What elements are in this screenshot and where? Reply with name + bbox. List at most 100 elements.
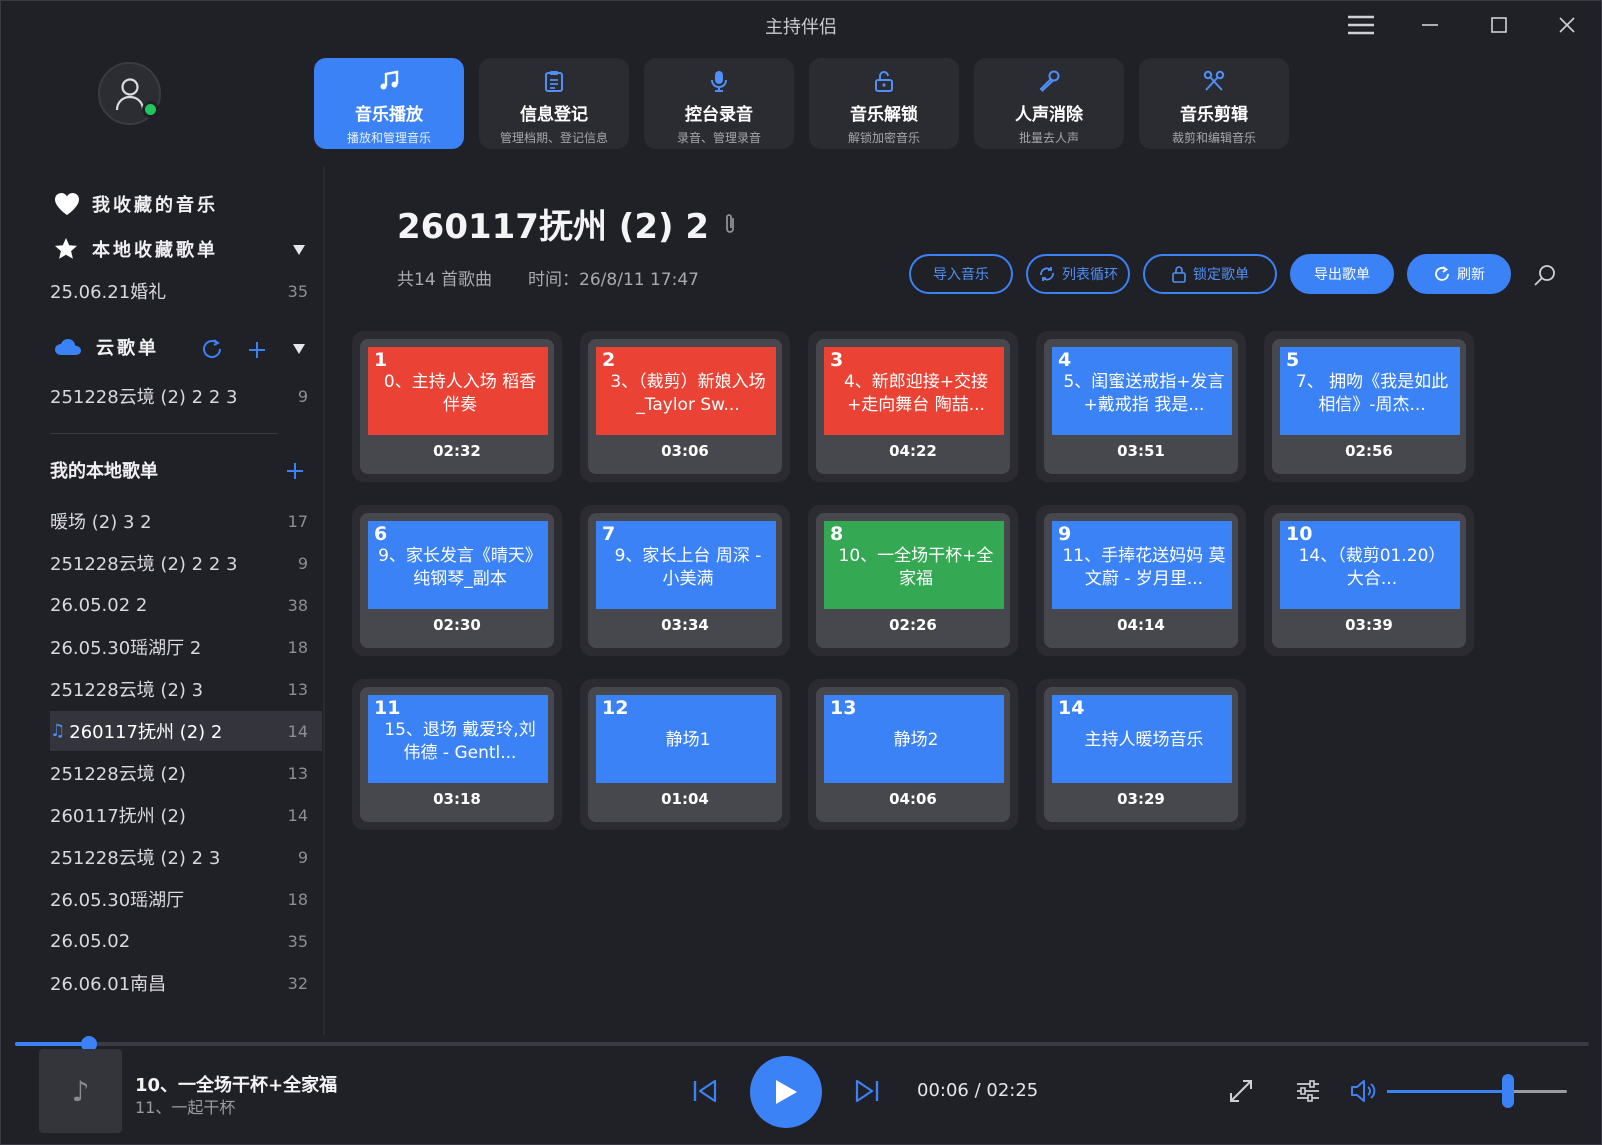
song-card[interactable]: 11 15、退场 戴爱玲,刘伟德 - Gentl... 03:18 bbox=[352, 679, 562, 830]
list-loop-button[interactable]: 列表循环 bbox=[1026, 254, 1130, 294]
expand-icon[interactable] bbox=[1226, 1076, 1256, 1106]
page-title: 260117抚州 (2) 2 bbox=[397, 199, 737, 248]
song-name: 3、（裁剪）新娘入场_Taylor Sw... bbox=[610, 372, 766, 415]
next-track-icon[interactable] bbox=[851, 1075, 883, 1107]
cloud-header[interactable]: 云歌单 bbox=[54, 334, 159, 360]
import-music-button[interactable]: 导入音乐 bbox=[909, 254, 1013, 294]
song-name: 11、手捧花送妈妈 莫文蔚 - 岁月里... bbox=[1062, 546, 1226, 589]
song-card[interactable]: 3 4、新郎迎接+交接+走向舞台 陶喆... 04:22 bbox=[808, 331, 1018, 482]
tab-subtitle: 管理档期、登记信息 bbox=[499, 131, 608, 145]
cloud-sync-icon[interactable] bbox=[201, 338, 223, 360]
song-card[interactable]: 4 5、闺蜜送戒指+发言+戴戒指 我是... 03:51 bbox=[1036, 331, 1246, 482]
refresh-button[interactable]: 刷新 bbox=[1407, 254, 1511, 294]
tab-subtitle: 批量去人声 bbox=[1018, 131, 1079, 145]
minimize-icon[interactable] bbox=[1412, 11, 1448, 39]
maximize-icon[interactable] bbox=[1481, 11, 1517, 39]
song-duration: 04:22 bbox=[889, 441, 937, 460]
song-card-header: 10 14、（裁剪01.20） 大合... bbox=[1280, 521, 1460, 609]
sidebar-playlist-item[interactable]: 26.05.30瑶湖厅 2 18 bbox=[50, 627, 322, 667]
avatar[interactable] bbox=[98, 62, 161, 125]
tab-music-unlock[interactable]: 音乐解锁 解锁加密音乐 bbox=[809, 58, 959, 149]
previous-track-icon[interactable] bbox=[689, 1075, 721, 1107]
song-card-body: 8 10、一全场干杯+全家福 02:26 bbox=[816, 513, 1010, 648]
song-number: 6 bbox=[374, 523, 388, 545]
sidebar-playlist-item-active[interactable]: ♫ 260117抚州 (2) 2 14 bbox=[50, 711, 322, 751]
song-number: 4 bbox=[1058, 349, 1072, 371]
close-icon[interactable] bbox=[1549, 11, 1585, 39]
sidebar-playlist-item[interactable]: 26.06.01南昌 32 bbox=[50, 963, 322, 1003]
tab-label: 音乐解锁 bbox=[850, 105, 918, 125]
song-count: 38 bbox=[287, 595, 308, 615]
tab-music-play[interactable]: 音乐播放 播放和管理音乐 bbox=[314, 58, 464, 149]
equalizer-icon[interactable] bbox=[1293, 1076, 1323, 1106]
tab-subtitle: 播放和管理音乐 bbox=[346, 131, 431, 145]
button-label: 刷新 bbox=[1457, 267, 1485, 283]
sidebar-playlist-item[interactable]: 251228云境 (2) 2 2 3 9 bbox=[50, 543, 322, 583]
song-card[interactable]: 8 10、一全场干杯+全家福 02:26 bbox=[808, 505, 1018, 656]
song-count: 18 bbox=[287, 637, 308, 657]
tab-vocal-remove[interactable]: 人声消除 批量去人声 bbox=[974, 58, 1124, 149]
playlist-name: 暖场 (2) 3 2 bbox=[50, 512, 152, 533]
song-name: 15、退场 戴爱玲,刘伟德 - Gentl... bbox=[384, 720, 536, 763]
tab-label: 信息登记 bbox=[520, 105, 588, 125]
song-name: 4、新郎迎接+交接+走向舞台 陶喆... bbox=[843, 372, 989, 415]
favorites-header[interactable]: 我收藏的音乐 bbox=[54, 191, 218, 217]
tab-info-register[interactable]: 信息登记 管理档期、登记信息 bbox=[479, 58, 629, 149]
song-card-body: 1 0、主持人入场 稻香 伴奏 02:32 bbox=[360, 339, 554, 474]
tab-console-record[interactable]: 控台录音 录音、管理录音 bbox=[644, 58, 794, 149]
song-card-header: 9 11、手捧花送妈妈 莫文蔚 - 岁月里... bbox=[1052, 521, 1232, 609]
volume-handle[interactable] bbox=[1501, 1074, 1514, 1108]
song-number: 14 bbox=[1058, 697, 1085, 719]
export-playlist-button[interactable]: 导出歌单 bbox=[1290, 254, 1394, 294]
volume-icon[interactable] bbox=[1349, 1076, 1381, 1106]
app-window: 主持伴侣 音乐播放 播放和管理音乐 信息登记 管理档期、登记信息 控台录音 录音… bbox=[0, 0, 1602, 1145]
song-count: 18 bbox=[287, 889, 308, 909]
song-card[interactable]: 5 7、 拥吻《我是如此相信》-周杰... 02:56 bbox=[1264, 331, 1474, 482]
local-fav-collapse-icon[interactable] bbox=[291, 242, 307, 258]
lock-playlist-button[interactable]: 锁定歌单 bbox=[1143, 254, 1277, 294]
search-icon[interactable] bbox=[1531, 261, 1559, 289]
song-card[interactable]: 13 静场2 04:06 bbox=[808, 679, 1018, 830]
local-fav-header[interactable]: 本地收藏歌单 bbox=[54, 236, 218, 262]
song-card[interactable]: 7 9、家长上台 周深 - 小美满 03:34 bbox=[580, 505, 790, 656]
sidebar-playlist-item[interactable]: 26.05.02 2 38 bbox=[50, 585, 322, 625]
sidebar-playlist-item[interactable]: 251228云境 (2) 3 13 bbox=[50, 669, 322, 709]
volume-slider[interactable] bbox=[1387, 1074, 1567, 1108]
playlist-name: 251228云境 (2) 2 2 3 bbox=[50, 554, 238, 575]
playback-progress-bar[interactable] bbox=[15, 1036, 1589, 1052]
local-fav-item[interactable]: 25.06.21婚礼 35 bbox=[50, 271, 322, 311]
song-card[interactable]: 9 11、手捧花送妈妈 莫文蔚 - 岁月里... 04:14 bbox=[1036, 505, 1246, 656]
cloud-item[interactable]: 251228云境 (2) 2 2 3 9 bbox=[50, 376, 322, 416]
sidebar-playlist-item[interactable]: 26.05.30瑶湖厅 18 bbox=[50, 879, 322, 919]
sidebar-playlist-item[interactable]: 26.05.02 35 bbox=[50, 921, 322, 961]
menu-icon[interactable] bbox=[1343, 11, 1379, 39]
song-card[interactable]: 12 静场1 01:04 bbox=[580, 679, 790, 830]
song-card[interactable]: 6 9、家长发言《晴天》纯钢琴_副本 02:30 bbox=[352, 505, 562, 656]
tab-music-edit[interactable]: 音乐剪辑 裁剪和编辑音乐 bbox=[1139, 58, 1289, 149]
sidebar-playlist-item[interactable]: 251228云境 (2) 13 bbox=[50, 753, 322, 793]
next-song-title: 11、一起干杯 bbox=[135, 1098, 236, 1117]
song-card-body: 7 9、家长上台 周深 - 小美满 03:34 bbox=[588, 513, 782, 648]
add-playlist-icon[interactable] bbox=[285, 461, 305, 481]
my-local-header: 我的本地歌单 bbox=[50, 457, 158, 483]
sidebar-playlist-item[interactable]: 251228云境 (2) 2 3 9 bbox=[50, 837, 322, 877]
song-count: 35 bbox=[287, 281, 308, 301]
playlist-name: 25.06.21婚礼 bbox=[50, 282, 167, 303]
song-number: 13 bbox=[830, 697, 857, 719]
song-card[interactable]: 10 14、（裁剪01.20） 大合... 03:39 bbox=[1264, 505, 1474, 656]
song-card[interactable]: 2 3、（裁剪）新娘入场_Taylor Sw... 03:06 bbox=[580, 331, 790, 482]
unlock-icon bbox=[874, 68, 894, 94]
sidebar-playlist-item[interactable]: 260117抚州 (2) 14 bbox=[50, 795, 322, 835]
song-name: 5、闺蜜送戒指+发言+戴戒指 我是... bbox=[1063, 372, 1225, 415]
song-card[interactable]: 1 0、主持人入场 稻香 伴奏 02:32 bbox=[352, 331, 562, 482]
tab-label: 控台录音 bbox=[685, 105, 753, 125]
cloud-add-icon[interactable] bbox=[247, 340, 267, 360]
song-card-body: 13 静场2 04:06 bbox=[816, 687, 1010, 822]
sidebar-playlist-item[interactable]: 暖场 (2) 3 2 17 bbox=[50, 501, 322, 541]
song-card[interactable]: 14 主持人暖场音乐 03:29 bbox=[1036, 679, 1246, 830]
play-button[interactable] bbox=[750, 1056, 822, 1128]
paperclip-icon bbox=[726, 213, 734, 233]
cloud-collapse-icon[interactable] bbox=[291, 341, 307, 357]
sidebar-divider bbox=[50, 433, 278, 434]
song-card-header: 13 静场2 bbox=[824, 695, 1004, 783]
